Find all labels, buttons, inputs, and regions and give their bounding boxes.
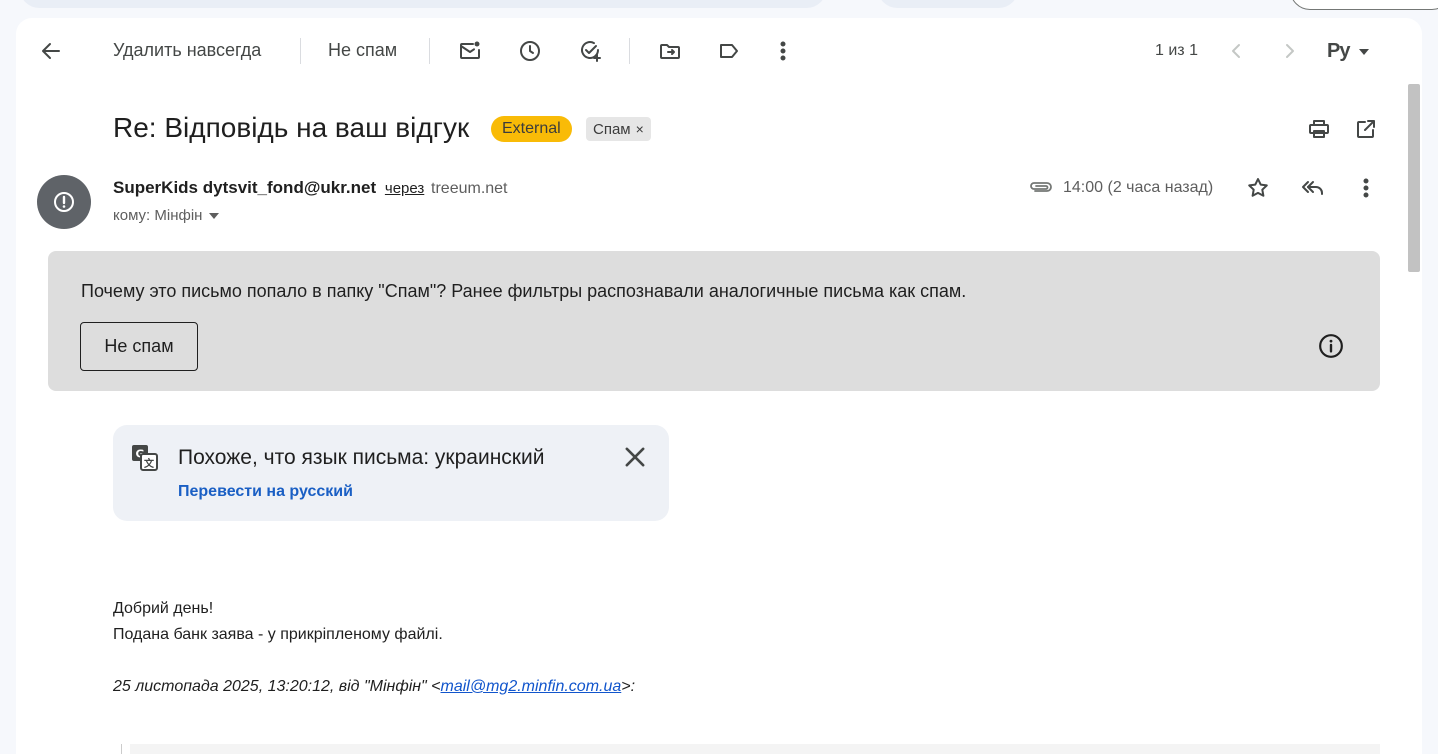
translate-icon: G 文 <box>132 445 158 471</box>
toolbar-divider <box>300 38 301 64</box>
spam-warning-question: Почему это письмо попало в папку "Спам"? <box>81 281 447 301</box>
reply-all-icon <box>1302 181 1323 195</box>
spam-label: Спам × <box>586 117 651 141</box>
older-button[interactable] <box>1270 31 1310 71</box>
sender-email: dytsvit_fond@ukr.net <box>202 178 377 197</box>
open-in-new-icon <box>1357 120 1375 138</box>
print-icon <box>1309 120 1329 138</box>
svg-text:文: 文 <box>144 457 155 470</box>
message-time: 14:00 (2 часа назад) <box>1063 179 1214 196</box>
more-vert-icon <box>780 41 786 61</box>
arrow-left-icon <box>42 43 60 59</box>
mail-unread-icon <box>460 41 480 59</box>
spam-label-text: Спам <box>593 121 631 138</box>
input-tools-button[interactable]: Ру <box>1327 40 1370 63</box>
spam-warning-banner: Почему это письмо попало в папку "Спам"?… <box>48 251 1380 391</box>
clock-icon <box>520 41 540 61</box>
translate-banner: G 文 Похоже, что язык письма: украинский … <box>113 425 669 521</box>
body-greeting: Добрий день! <box>113 600 214 617</box>
recipient-text: кому: Мінфін <box>113 207 203 224</box>
translate-prompt-text: Похоже, что язык письма: украинский <box>178 446 545 469</box>
chevron-left-icon <box>1232 44 1240 58</box>
quote-email-link[interactable]: mail@mg2.minfin.com.ua <box>441 678 622 695</box>
reply-all-button[interactable] <box>1293 168 1333 208</box>
quote-suffix: >: <box>621 678 636 695</box>
toolbar-divider <box>629 38 630 64</box>
message-panel: Удалить навсегда Не спам 1 из 1 Ру Re: В… <box>16 18 1422 754</box>
recipient-details[interactable]: кому: Мінфін <box>113 207 220 224</box>
sender-line: SuperKids dytsvit_fond@ukr.net через tre… <box>113 178 508 198</box>
chevron-right-icon <box>1286 44 1294 58</box>
message-more-button[interactable] <box>1346 168 1386 208</box>
remove-label-button[interactable]: × <box>636 121 644 137</box>
folder-move-icon <box>660 44 680 59</box>
translate-to-russian-link[interactable]: Перевести на русский <box>178 483 353 501</box>
move-to-button[interactable] <box>650 31 690 71</box>
quote-prefix: 25 листопада 2025, 13:20:12, від "Мінфін… <box>113 678 441 695</box>
star-button[interactable] <box>1238 168 1278 208</box>
star-icon <box>1248 178 1268 197</box>
message-subject: Re: Відповідь на ваш відгук <box>113 112 470 143</box>
label-icon <box>720 44 738 58</box>
mark-unread-button[interactable] <box>450 31 490 71</box>
toolbar-divider <box>429 38 430 64</box>
body-paragraph: Подана банк заява - у прикріпленому файл… <box>113 626 443 643</box>
search-bar[interactable] <box>20 0 826 8</box>
sender-avatar <box>37 175 91 229</box>
snooze-button[interactable] <box>510 31 550 71</box>
top-bar-remnant <box>0 0 1438 12</box>
back-button[interactable] <box>31 31 71 71</box>
newer-button[interactable] <box>1216 31 1256 71</box>
add-to-tasks-button[interactable] <box>570 31 610 71</box>
print-button[interactable] <box>1299 109 1339 149</box>
sender-name: SuperKids <box>113 178 199 197</box>
spam-warning-explanation: Ранее фильтры распознавали аналогичные п… <box>446 281 967 301</box>
pagination-count: 1 из 1 <box>1155 42 1198 59</box>
external-label: External <box>491 116 572 142</box>
scrollbar-thumb[interactable] <box>1408 84 1420 272</box>
search-options[interactable] <box>878 0 1018 8</box>
via-domain: treeum.net <box>431 180 508 197</box>
spam-warning-text: Почему это письмо попало в папку "Спам"?… <box>81 281 966 302</box>
input-tools-label: Ру <box>1327 40 1350 62</box>
info-icon[interactable] <box>1318 333 1344 359</box>
task-add-icon <box>581 41 601 62</box>
more-actions-button[interactable] <box>763 31 803 71</box>
quoted-content <box>130 744 1380 754</box>
account-chip[interactable] <box>1290 0 1438 10</box>
open-new-window-button[interactable] <box>1346 109 1386 149</box>
label-button[interactable] <box>709 31 749 71</box>
paperclip-icon <box>1030 182 1052 192</box>
quote-attribution: 25 листопада 2025, 13:20:12, від "Мінфін… <box>113 678 635 696</box>
not-spam-toolbar-button[interactable]: Не спам <box>328 40 397 61</box>
not-spam-button[interactable]: Не спам <box>80 322 198 371</box>
caret-down-icon <box>209 213 220 220</box>
caret-down-icon <box>1359 48 1370 55</box>
delete-forever-button[interactable]: Удалить навсегда <box>113 40 261 61</box>
more-vert-icon <box>1363 178 1369 198</box>
via-link[interactable]: через <box>385 180 424 197</box>
alert-icon <box>54 192 74 212</box>
quote-divider <box>121 744 122 754</box>
close-icon[interactable] <box>621 443 649 471</box>
